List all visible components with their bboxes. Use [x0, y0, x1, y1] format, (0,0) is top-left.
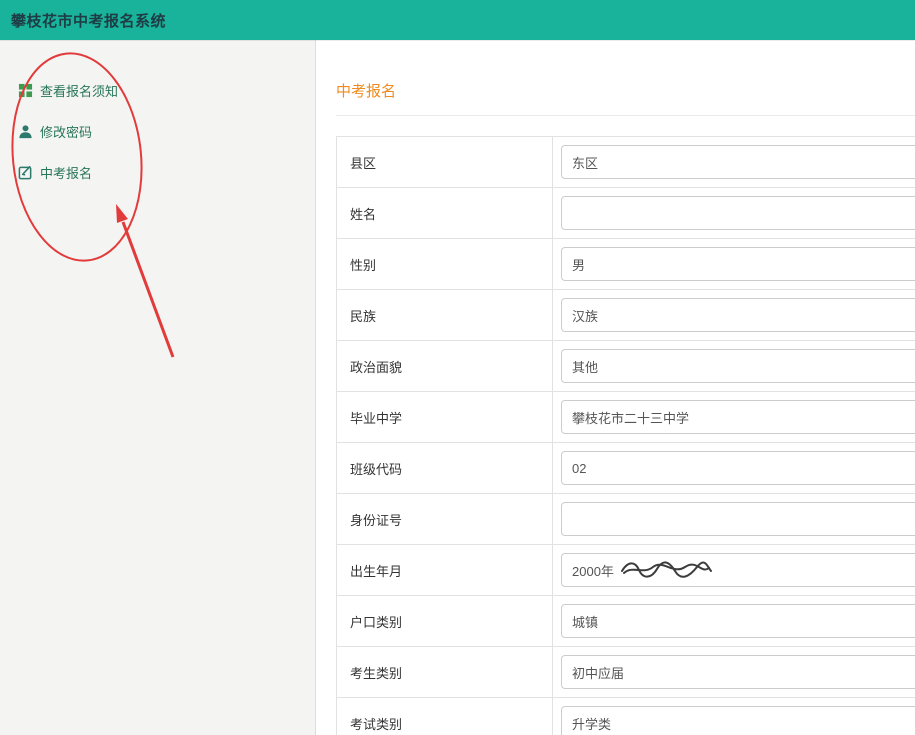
title-divider	[336, 115, 915, 116]
form-input-6[interactable]	[561, 400, 915, 434]
app-header: 攀枝花市中考报名系统	[0, 0, 915, 40]
user-icon	[18, 124, 33, 139]
table-row: 政治面貌	[337, 341, 915, 392]
form-label: 民族	[337, 290, 553, 341]
main-content: 中考报名 县区 姓名 性别 民族 政治面貌 毕业中学	[317, 40, 915, 735]
form-input-10[interactable]	[561, 604, 915, 638]
grid-icon	[18, 83, 33, 98]
form-label: 班级代码	[337, 443, 553, 494]
table-row: 班级代码	[337, 443, 915, 494]
sidebar-item-change-password[interactable]: 修改密码	[0, 111, 315, 152]
form-input-4[interactable]	[561, 298, 915, 332]
registration-form-table: 县区 姓名 性别 民族 政治面貌 毕业中学	[336, 136, 915, 735]
form-label: 政治面貌	[337, 341, 553, 392]
edit-icon	[18, 165, 33, 180]
form-input-cell	[553, 494, 915, 545]
table-row: 性别	[337, 239, 915, 290]
form-input-2[interactable]	[561, 196, 915, 230]
table-row: 户口类别	[337, 596, 915, 647]
form-label: 毕业中学	[337, 392, 553, 443]
form-input-cell	[553, 188, 915, 239]
form-input-5[interactable]	[561, 349, 915, 383]
sidebar-item-view-notice[interactable]: 查看报名须知	[0, 70, 315, 111]
form-input-cell	[553, 443, 915, 494]
form-input-7[interactable]	[561, 451, 915, 485]
table-row: 身份证号	[337, 494, 915, 545]
form-label: 考生类别	[337, 647, 553, 698]
form-label: 姓名	[337, 188, 553, 239]
sidebar: 查看报名须知 修改密码 中考报名	[0, 40, 316, 735]
form-input-12[interactable]	[561, 706, 915, 735]
table-row: 考生类别	[337, 647, 915, 698]
form-input-cell	[553, 596, 915, 647]
table-row: 县区	[337, 137, 915, 188]
form-input-cell	[553, 698, 915, 735]
sidebar-item-label: 修改密码	[40, 122, 92, 141]
form-label: 性别	[337, 239, 553, 290]
form-input-cell	[553, 239, 915, 290]
sidebar-item-label: 中考报名	[40, 163, 92, 182]
form-input-cell	[553, 545, 915, 596]
table-row: 姓名	[337, 188, 915, 239]
form-label: 身份证号	[337, 494, 553, 545]
form-label: 户口类别	[337, 596, 553, 647]
table-row: 民族	[337, 290, 915, 341]
app-title: 攀枝花市中考报名系统	[0, 10, 166, 31]
table-row: 出生年月	[337, 545, 915, 596]
form-input-3[interactable]	[561, 247, 915, 281]
form-input-cell	[553, 290, 915, 341]
form-label: 出生年月	[337, 545, 553, 596]
sidebar-item-label: 查看报名须知	[40, 81, 118, 100]
form-label: 考试类别	[337, 698, 553, 735]
page-title: 中考报名	[336, 80, 915, 101]
form-table-body: 县区 姓名 性别 民族 政治面貌 毕业中学	[337, 137, 915, 735]
form-input-cell	[553, 392, 915, 443]
form-input-cell	[553, 341, 915, 392]
form-input-cell	[553, 137, 915, 188]
sidebar-item-exam-register[interactable]: 中考报名	[0, 152, 315, 193]
table-row: 毕业中学	[337, 392, 915, 443]
table-row: 考试类别	[337, 698, 915, 735]
form-label: 县区	[337, 137, 553, 188]
form-input-9[interactable]	[561, 553, 915, 587]
form-input-8[interactable]	[561, 502, 915, 536]
form-input-cell	[553, 647, 915, 698]
form-input-11[interactable]	[561, 655, 915, 689]
form-input-1[interactable]	[561, 145, 915, 179]
